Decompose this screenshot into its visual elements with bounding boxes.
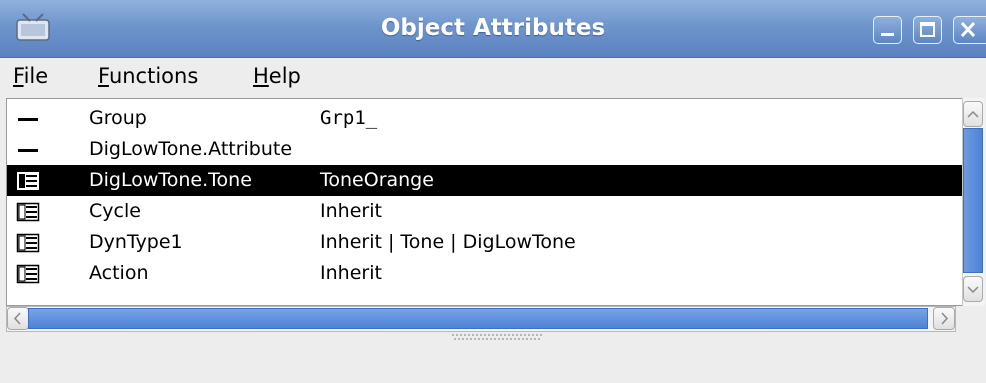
menu-functions-label: unctions [108, 64, 199, 88]
folder-icon [17, 172, 39, 190]
vertical-scroll-thumb[interactable] [963, 128, 983, 273]
chevron-left-icon [13, 312, 21, 325]
menu-bar: File Functions Help [0, 58, 986, 98]
folder-icon [16, 264, 40, 284]
folder-icon [16, 202, 40, 222]
attribute-value: ToneOrange [320, 169, 434, 191]
attribute-name: Action [89, 262, 149, 284]
attribute-name: DigLowTone.Attribute [89, 138, 293, 160]
window-title: Object Attributes [380, 15, 606, 41]
chevron-right-icon [941, 312, 949, 325]
minimize-button[interactable] [873, 16, 902, 44]
attribute-row[interactable]: Action Inherit [7, 258, 963, 289]
resize-grip-icon[interactable] [452, 333, 544, 341]
attribute-value: Inherit [320, 200, 382, 222]
dash-icon [18, 118, 38, 121]
scroll-up-button[interactable] [963, 101, 983, 127]
attribute-value: Inherit [320, 262, 382, 284]
minimize-icon [881, 33, 894, 36]
scroll-down-button[interactable] [963, 276, 983, 302]
menu-file-mnemonic: F [13, 64, 24, 88]
dash-icon [18, 149, 38, 152]
menu-file[interactable]: File [13, 64, 48, 88]
menu-help[interactable]: Help [253, 64, 301, 88]
maximize-button[interactable] [913, 16, 942, 44]
attribute-row-selected[interactable]: DigLowTone.Tone ToneOrange [7, 165, 963, 196]
attribute-row[interactable]: Cycle Inherit [7, 196, 963, 227]
attribute-list[interactable]: Group Grp1_ DigLowTone.Attribute DigLowT… [6, 98, 964, 306]
menu-help-mnemonic: H [253, 64, 269, 88]
maximize-icon [920, 22, 935, 37]
scroll-right-button[interactable] [933, 307, 955, 330]
title-bar[interactable]: Object Attributes [0, 0, 986, 58]
attribute-row[interactable]: Group Grp1_ [7, 103, 963, 134]
attribute-name: DynType1 [89, 231, 183, 253]
close-icon [960, 21, 976, 38]
attribute-name: DigLowTone.Tone [89, 169, 252, 191]
close-button[interactable] [953, 16, 986, 44]
folder-icon [16, 233, 40, 253]
horizontal-scroll-thumb[interactable] [28, 308, 928, 329]
menu-help-label: elp [268, 64, 301, 88]
menu-file-label: ile [23, 64, 49, 88]
chevron-up-icon [967, 110, 979, 118]
scroll-left-button[interactable] [7, 307, 29, 330]
attribute-row[interactable]: DigLowTone.Attribute [7, 134, 963, 165]
menu-functions-mnemonic: F [98, 64, 109, 88]
attribute-row[interactable]: DynType1 Inherit | Tone | DigLowTone [7, 227, 963, 258]
attribute-value: Inherit | Tone | DigLowTone [320, 231, 576, 253]
chevron-down-icon [967, 286, 979, 294]
attribute-name: Group [89, 107, 147, 129]
menu-functions[interactable]: Functions [98, 64, 198, 88]
attribute-name: Cycle [89, 200, 141, 222]
attribute-value: Grp1_ [320, 107, 378, 129]
